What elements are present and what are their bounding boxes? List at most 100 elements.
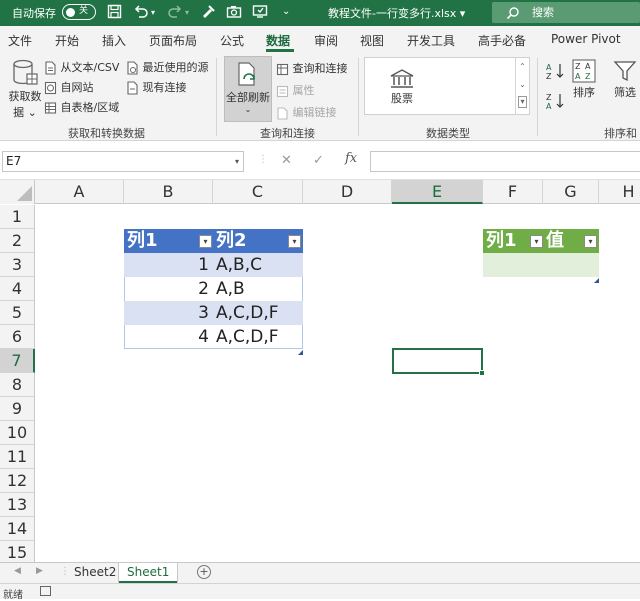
undo-icon[interactable] (133, 4, 149, 23)
fill-handle[interactable] (479, 370, 485, 376)
redo-dropdown-icon[interactable]: ▾ (185, 8, 189, 17)
row-header[interactable]: 15 (0, 541, 35, 562)
name-box[interactable]: E7 ▾ (2, 151, 244, 172)
enter-icon[interactable]: ✓ (313, 153, 324, 168)
sort-button[interactable]: ZAAZ 排序 (571, 58, 597, 100)
filter-button[interactable]: 筛选 (612, 58, 638, 100)
macro-record-icon[interactable] (40, 586, 51, 596)
row-header[interactable]: 11 (0, 445, 35, 469)
column-header-b[interactable]: B (124, 180, 213, 204)
selected-cell[interactable] (392, 348, 485, 376)
add-sheet-icon[interactable]: + (197, 565, 211, 579)
table1-cell[interactable]: A,C,D,F (213, 325, 303, 349)
row-header[interactable]: 4 (0, 277, 35, 301)
column-header-f[interactable]: F (483, 180, 543, 204)
from-text-csv-button[interactable]: 从文本/CSV (44, 59, 119, 75)
column-header-c[interactable]: C (213, 180, 303, 204)
table1-cell[interactable]: 1 (124, 253, 213, 277)
screen-icon[interactable] (252, 4, 268, 23)
formula-input[interactable] (370, 151, 640, 172)
table1-cell[interactable]: 3 (124, 301, 213, 325)
row-header[interactable]: 14 (0, 517, 35, 541)
select-all-button[interactable] (0, 180, 35, 204)
save-icon[interactable] (107, 4, 122, 23)
scroll-right-icon[interactable]: ▶ (36, 566, 43, 576)
table1-cell[interactable]: 4 (124, 325, 213, 349)
worksheet-grid[interactable]: A B C D E F G H 1 2 3 4 5 6 7 8 9 10 11 … (0, 180, 640, 562)
tab-data[interactable]: 数据 (266, 32, 290, 49)
sort-za-icon[interactable]: ZA (546, 92, 566, 113)
table2-empty-row[interactable] (483, 253, 599, 277)
table1-header-col1[interactable]: 列1 ▾ (124, 229, 213, 253)
tab-expert[interactable]: 高手必备 (478, 32, 526, 49)
refresh-all-button[interactable]: 全部刷新 ⌄ (224, 56, 272, 122)
queries-connections-button[interactable]: 查询和连接 (276, 60, 348, 76)
filter-dropdown-icon[interactable]: ▾ (530, 235, 543, 248)
table2-resize-handle-icon[interactable] (594, 272, 599, 286)
insert-function-button[interactable]: fx (345, 151, 357, 166)
edit-links-button[interactable]: 编辑链接 (276, 104, 337, 120)
table1-cell[interactable]: 2 (124, 277, 213, 301)
customize-qat-icon[interactable]: ⌄ (282, 6, 290, 17)
table1-cell[interactable]: A,B (213, 277, 303, 301)
row-header[interactable]: 3 (0, 253, 35, 277)
table2-header-col2[interactable]: 值 ▾ (543, 229, 599, 253)
properties-button[interactable]: 属性 (276, 82, 315, 98)
row-header[interactable]: 12 (0, 469, 35, 493)
file-name[interactable]: 教程文件-一行变多行.xlsx ▾ (328, 5, 465, 21)
row-header[interactable]: 5 (0, 301, 35, 325)
stocks-button[interactable]: 股票 (389, 68, 415, 106)
column-header-a[interactable]: A (35, 180, 124, 204)
table1-cell[interactable]: A,B,C (213, 253, 303, 277)
table2-header-col1[interactable]: 列1 ▾ (483, 229, 543, 253)
sort-az-icon[interactable]: AZ (546, 62, 566, 83)
row-header[interactable]: 6 (0, 325, 35, 349)
existing-connections-button[interactable]: 现有连接 (126, 79, 187, 95)
tab-developer[interactable]: 开发工具 (407, 32, 455, 49)
redo-icon[interactable] (167, 4, 183, 23)
row-header[interactable]: 10 (0, 421, 35, 445)
sheet-tab-sheet2[interactable]: Sheet2 (66, 563, 124, 583)
row-header[interactable]: 13 (0, 493, 35, 517)
scroll-left-icon[interactable]: ◀ (14, 566, 21, 576)
filter-dropdown-icon[interactable]: ▾ (288, 235, 301, 248)
drag-handle-icon[interactable]: ⋮ (258, 154, 268, 165)
from-web-button[interactable]: 自网站 (44, 79, 94, 95)
column-header-h[interactable]: H (599, 180, 640, 204)
tab-page-layout[interactable]: 页面布局 (149, 32, 197, 49)
filter-dropdown-icon[interactable]: ▾ (199, 235, 212, 248)
name-box-dropdown-icon[interactable]: ▾ (235, 152, 239, 171)
row-header[interactable]: 2 (0, 229, 35, 253)
format-painter-icon[interactable] (200, 4, 216, 23)
tab-insert[interactable]: 插入 (102, 32, 126, 49)
camera-icon[interactable] (226, 4, 242, 23)
column-header-e[interactable]: E (392, 180, 483, 204)
recent-sources-button[interactable]: 最近使用的源 (126, 59, 209, 75)
search-box[interactable]: 搜索 (492, 2, 640, 23)
tab-review[interactable]: 审阅 (314, 32, 338, 49)
gallery-more-icon[interactable]: ▾ (518, 96, 527, 108)
gallery-up-icon[interactable]: ⌃ (516, 58, 529, 76)
row-header[interactable]: 1 (0, 205, 35, 229)
tab-view[interactable]: 视图 (360, 32, 384, 49)
tab-power-pivot[interactable]: Power Pivot (551, 32, 621, 46)
row-header[interactable]: 7 (0, 349, 35, 373)
tab-file[interactable]: 文件 (8, 32, 32, 49)
undo-dropdown-icon[interactable]: ▾ (151, 8, 155, 17)
gallery-down-icon[interactable]: ⌄ (516, 76, 529, 94)
row-header[interactable]: 8 (0, 373, 35, 397)
table1-resize-handle-icon[interactable] (298, 344, 303, 358)
cancel-icon[interactable]: ✕ (281, 153, 292, 168)
sheet-tab-sheet1[interactable]: Sheet1 (119, 563, 178, 583)
tab-home[interactable]: 开始 (55, 32, 79, 49)
filter-dropdown-icon[interactable]: ▾ (584, 235, 597, 248)
get-data-button[interactable]: 获取数 据 ⌄ (8, 58, 42, 120)
row-header[interactable]: 9 (0, 397, 35, 421)
column-header-d[interactable]: D (303, 180, 392, 204)
table1-cell[interactable]: A,C,D,F (213, 301, 303, 325)
tab-formulas[interactable]: 公式 (220, 32, 244, 49)
table1-header-col2[interactable]: 列2 ▾ (213, 229, 303, 253)
column-header-g[interactable]: G (543, 180, 599, 204)
autosave-toggle[interactable]: 关 (62, 4, 96, 20)
from-table-button[interactable]: 自表格/区域 (44, 99, 119, 115)
